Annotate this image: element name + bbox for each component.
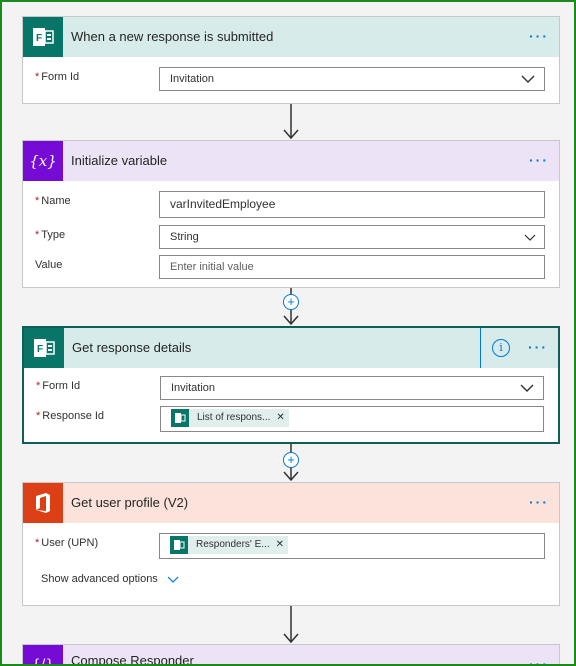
form-id-label: * Form Id bbox=[35, 71, 80, 83]
card-title: Initialize variable bbox=[71, 153, 168, 168]
card-title: Get response details bbox=[72, 340, 192, 355]
name-input[interactable]: varInvitedEmployee bbox=[159, 191, 545, 218]
compose-icon: {/} bbox=[23, 645, 63, 664]
name-label: * Name bbox=[35, 195, 71, 207]
get-user-profile-header[interactable]: Get user profile (V2) ··· bbox=[23, 483, 559, 523]
dynamic-content-token[interactable]: Responders' E... ✕ bbox=[170, 534, 289, 556]
user-upn-input[interactable]: Responders' E... ✕ bbox=[159, 533, 545, 559]
remove-token-icon[interactable]: ✕ bbox=[276, 407, 288, 429]
variable-icon: {x} bbox=[23, 141, 63, 181]
card-title: Get user profile (V2) bbox=[71, 495, 189, 510]
flow-canvas: F When a new response is submitted ··· *… bbox=[0, 0, 576, 666]
get-response-details-header[interactable]: F Get response details i ··· bbox=[24, 328, 558, 368]
dynamic-content-token[interactable]: List of respons... ✕ bbox=[171, 409, 289, 427]
flow-arrow bbox=[283, 104, 299, 140]
response-id-label: * Response Id bbox=[36, 410, 105, 422]
trigger-card: F When a new response is submitted ··· *… bbox=[22, 16, 560, 104]
form-id-select[interactable]: Invitation bbox=[159, 67, 545, 91]
add-step-icon[interactable]: + bbox=[283, 294, 299, 310]
remove-token-icon[interactable]: ✕ bbox=[276, 534, 288, 556]
more-icon[interactable]: ··· bbox=[529, 29, 549, 43]
form-id-row: * Form Id Invitation bbox=[23, 63, 559, 95]
compose-card: {/} Compose Responder ··· bbox=[22, 644, 560, 664]
forms-icon bbox=[170, 536, 188, 554]
name-row: * Name varInvitedEmployee bbox=[23, 187, 559, 221]
show-advanced-options-link[interactable]: Show advanced options bbox=[41, 573, 179, 585]
initialize-variable-card: {x} Initialize variable ··· * Name varInv… bbox=[22, 140, 560, 288]
initialize-variable-header[interactable]: {x} Initialize variable ··· bbox=[23, 141, 559, 181]
compose-header[interactable]: {/} Compose Responder ··· bbox=[23, 645, 559, 664]
value-input[interactable]: Enter initial value bbox=[159, 255, 545, 279]
type-row: * Type String bbox=[23, 221, 559, 251]
office-icon bbox=[23, 483, 63, 523]
chevron-down-icon[interactable] bbox=[519, 381, 535, 403]
header-divider bbox=[480, 328, 481, 368]
get-response-details-card: F Get response details i ··· * Form Id In… bbox=[22, 326, 560, 444]
card-title: Compose Responder bbox=[71, 653, 194, 666]
more-icon[interactable]: ··· bbox=[529, 153, 549, 167]
response-id-input[interactable]: List of respons... ✕ bbox=[160, 406, 544, 432]
response-id-row: * Response Id List of respons... ✕ bbox=[24, 402, 558, 434]
more-icon[interactable]: ··· bbox=[528, 340, 548, 354]
chevron-down-icon[interactable] bbox=[524, 230, 536, 252]
type-label: * Type bbox=[35, 229, 66, 241]
add-step-icon[interactable]: + bbox=[283, 452, 299, 468]
chevron-down-icon[interactable] bbox=[520, 72, 536, 94]
forms-icon bbox=[171, 409, 189, 427]
value-label: Value bbox=[35, 259, 63, 271]
type-select[interactable]: String bbox=[159, 225, 545, 249]
forms-icon: F bbox=[24, 328, 64, 368]
value-row: Value Enter initial value bbox=[23, 251, 559, 281]
svg-text:F: F bbox=[37, 344, 43, 355]
forms-icon: F bbox=[23, 17, 63, 57]
user-upn-label: * User (UPN) bbox=[35, 537, 99, 549]
form-id-select[interactable]: Invitation bbox=[160, 376, 544, 400]
flow-arrow bbox=[283, 606, 299, 644]
chevron-down-icon bbox=[167, 576, 179, 583]
more-icon[interactable]: ··· bbox=[529, 495, 549, 509]
info-icon[interactable]: i bbox=[492, 339, 510, 357]
trigger-card-header[interactable]: F When a new response is submitted ··· bbox=[23, 17, 559, 57]
card-title: When a new response is submitted bbox=[71, 29, 274, 44]
form-id-row: * Form Id Invitation bbox=[24, 372, 558, 402]
get-user-profile-card: Get user profile (V2) ··· * User (UPN) Re… bbox=[22, 482, 560, 606]
more-icon[interactable]: ··· bbox=[529, 657, 549, 664]
user-upn-row: * User (UPN) Responders' E... ✕ bbox=[23, 529, 559, 563]
form-id-label: * Form Id bbox=[36, 380, 81, 392]
svg-text:F: F bbox=[36, 33, 42, 44]
